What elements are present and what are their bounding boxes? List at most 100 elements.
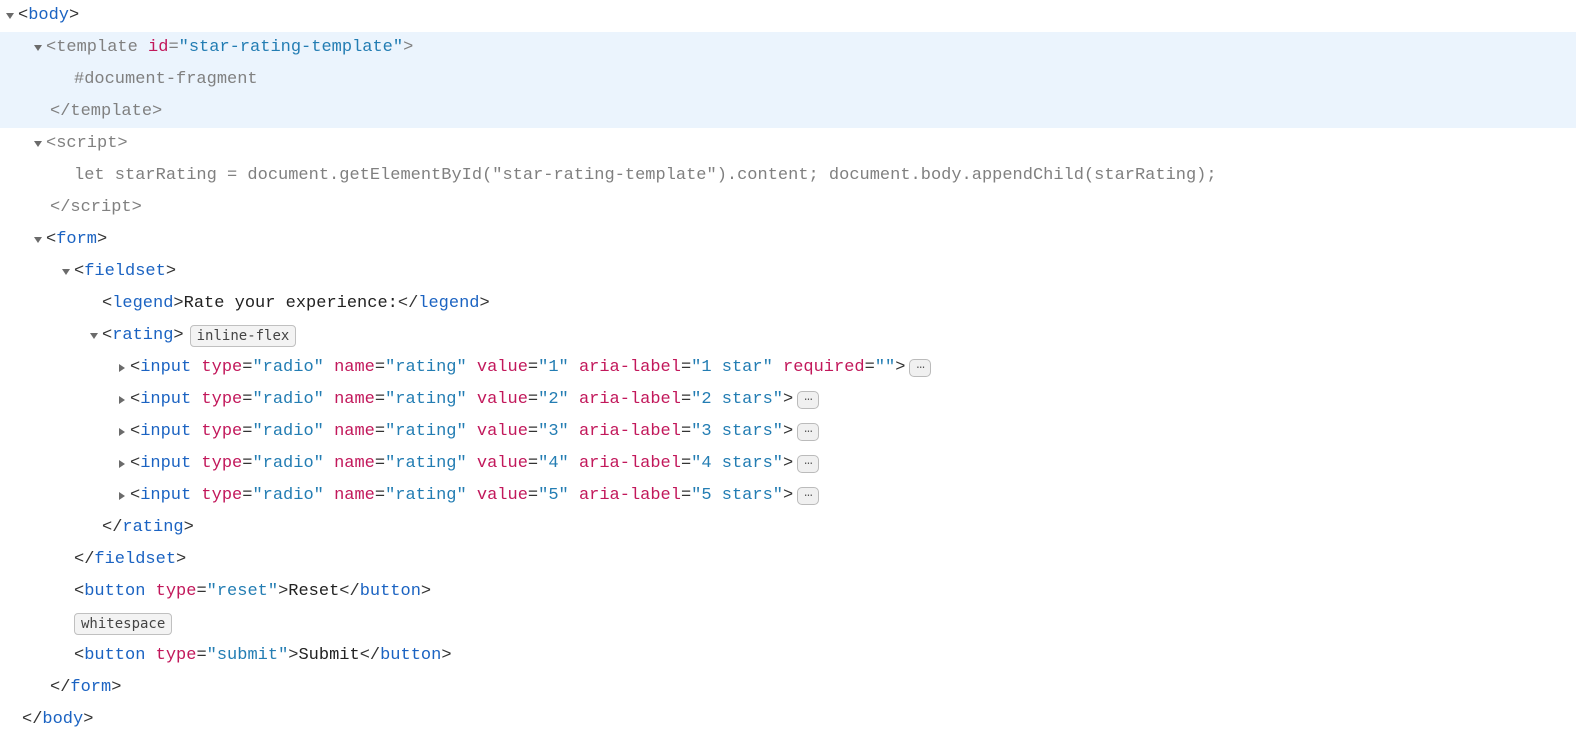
node-rating-close[interactable]: </rating> [0,512,1576,544]
attr-name: aria-label [579,352,681,384]
tag-name: button [360,576,421,608]
button-text: Submit [298,640,359,672]
node-reset-button[interactable]: <button type="reset">Reset</button> [0,576,1576,608]
node-template-close[interactable]: </template> [0,96,1576,128]
node-form-open[interactable]: <form> [0,224,1576,256]
attr-value: 4 stars [701,448,772,480]
button-text: Reset [288,576,339,608]
attr-name: name [334,416,375,448]
tag-name: script [70,192,131,224]
node-script-code[interactable]: let starRating = document.getElementById… [0,160,1576,192]
attr-name: type [156,576,197,608]
disclosure-right-icon[interactable] [116,384,128,416]
attr-value: 3 stars [701,416,772,448]
attr-name: value [477,384,528,416]
attr-name: name [334,448,375,480]
tag-name: template [70,96,152,128]
attr-value: radio [263,448,314,480]
node-body-open[interactable]: <body> [0,0,1576,32]
tag-name: legend [418,288,479,320]
node-rating-open[interactable]: <rating> inline-flex [0,320,1576,352]
disclosure-right-icon[interactable] [116,448,128,480]
node-fieldset-close[interactable]: </fieldset> [0,544,1576,576]
node-input-row[interactable]: <input type="radio" name="rating" value=… [0,448,1576,480]
tag-name: body [28,0,69,32]
attr-value: rating [395,480,456,512]
disclosure-down-icon[interactable] [60,256,72,288]
tag-name: button [84,576,145,608]
attr-value: 5 stars [701,480,772,512]
disclosure-right-icon[interactable] [116,416,128,448]
attr-name: value [477,352,528,384]
attr-value: radio [263,384,314,416]
disclosure-down-icon[interactable] [32,128,44,160]
attr-value: submit [217,640,278,672]
node-input-row[interactable]: <input type="radio" name="rating" value=… [0,352,1576,384]
attr-value: 1 star [701,352,762,384]
node-input-row[interactable]: <input type="radio" name="rating" value=… [0,480,1576,512]
disclosure-right-icon[interactable] [116,480,128,512]
node-fieldset-open[interactable]: <fieldset> [0,256,1576,288]
tag-name: form [56,224,97,256]
attr-name: type [201,448,242,480]
tag-name: rating [112,320,173,352]
attr-name: aria-label [579,480,681,512]
ellipsis-icon[interactable]: … [909,359,931,377]
node-document-fragment[interactable]: #document-fragment [0,64,1576,96]
tag-name: legend [112,288,173,320]
node-template-open[interactable]: <template id="star-rating-template"> [0,32,1576,64]
tag-name: input [140,448,191,480]
node-input-row[interactable]: <input type="radio" name="rating" value=… [0,416,1576,448]
attr-value: radio [263,352,314,384]
tag-name: fieldset [94,544,176,576]
disclosure-right-icon[interactable] [116,352,128,384]
attr-value: reset [217,576,268,608]
attr-name: type [201,384,242,416]
node-whitespace[interactable]: whitespace [0,608,1576,640]
attr-value: radio [263,416,314,448]
node-form-close[interactable]: </form> [0,672,1576,704]
tag-name: input [140,384,191,416]
tag-name: input [140,352,191,384]
attr-value: rating [395,352,456,384]
node-body-close[interactable]: </body> [0,704,1576,736]
script-code-text: let starRating = document.getElementById… [74,160,1217,192]
ellipsis-icon[interactable]: … [797,391,819,409]
node-legend[interactable]: <legend>Rate your experience:</legend> [0,288,1576,320]
tag-name: fieldset [84,256,166,288]
attr-value: rating [395,448,456,480]
tag-name: form [70,672,111,704]
attr-value: 5 [548,480,558,512]
disclosure-down-icon[interactable] [88,320,100,352]
attr-name: aria-label [579,448,681,480]
disclosure-down-icon[interactable] [4,0,16,32]
attr-name: id [148,32,168,64]
attr-name: type [201,352,242,384]
dom-tree: <body> <template id="star-rating-templat… [0,0,1576,736]
tag-name: body [42,704,83,736]
ellipsis-icon[interactable]: … [797,455,819,473]
inputs-container: <input type="radio" name="rating" value=… [0,352,1576,512]
disclosure-down-icon[interactable] [32,224,44,256]
node-script-open[interactable]: <script> [0,128,1576,160]
tag-name: script [56,128,117,160]
attr-name: name [334,480,375,512]
disclosure-down-icon[interactable] [32,32,44,64]
node-input-row[interactable]: <input type="radio" name="rating" value=… [0,384,1576,416]
attr-name: aria-label [579,384,681,416]
attr-value: 3 [548,416,558,448]
attr-value: rating [395,384,456,416]
tag-name: input [140,480,191,512]
ellipsis-icon[interactable]: … [797,423,819,441]
ellipsis-icon[interactable]: … [797,487,819,505]
attr-name: name [334,352,375,384]
attr-value: 2 stars [701,384,772,416]
attr-name: type [201,416,242,448]
attr-value: radio [263,480,314,512]
attr-name: aria-label [579,416,681,448]
attr-value: 1 [548,352,558,384]
node-script-close[interactable]: </script> [0,192,1576,224]
attr-value: 2 [548,384,558,416]
node-submit-button[interactable]: <button type="submit">Submit</button> [0,640,1576,672]
attr-name: required [783,352,865,384]
